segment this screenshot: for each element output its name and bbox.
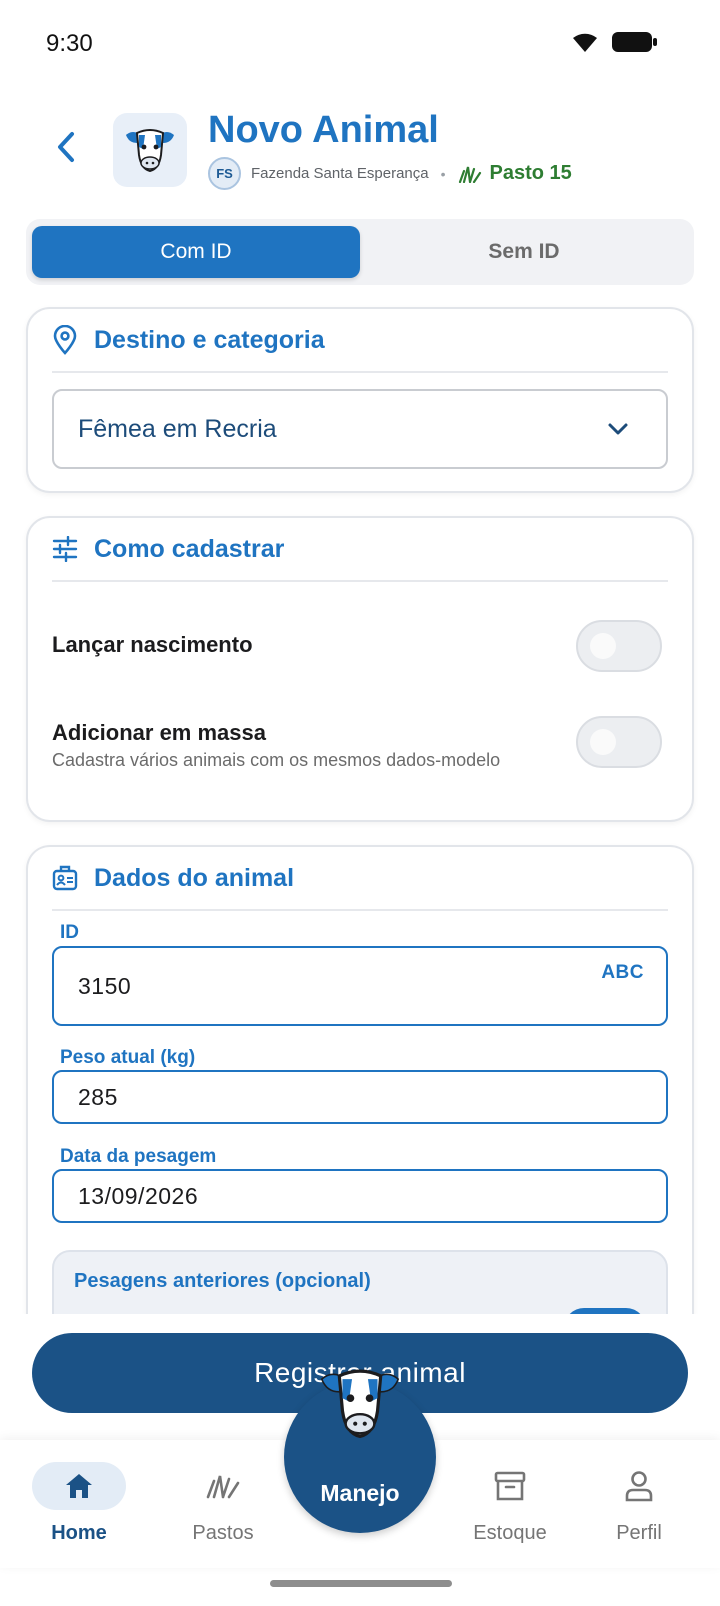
weigh-date-input[interactable]: 13/09/2026 bbox=[52, 1169, 668, 1223]
cow-head-icon bbox=[126, 129, 174, 173]
weight-input-value: 285 bbox=[78, 1083, 118, 1110]
separator-dot: • bbox=[440, 165, 446, 182]
status-bar: 9:30 bbox=[0, 0, 720, 88]
weight-input[interactable]: 285 bbox=[52, 1070, 668, 1124]
weight-field-label: Peso atual (kg) bbox=[60, 1047, 196, 1068]
location-pin-icon bbox=[53, 325, 77, 355]
header: Novo Animal FS Fazenda Santa Esperança •… bbox=[0, 105, 720, 195]
tab-com-id[interactable]: Com ID bbox=[32, 226, 360, 278]
switch-knob bbox=[590, 633, 616, 659]
header-subtitle: FS Fazenda Santa Esperança • Pasto 15 bbox=[208, 157, 572, 190]
destination-card-header: Destino e categoria bbox=[52, 309, 668, 373]
nav-item-home[interactable]: Home bbox=[19, 1440, 139, 1568]
category-select[interactable]: Fêmea em Recria bbox=[52, 389, 668, 469]
category-select-value: Fêmea em Recria bbox=[78, 414, 277, 443]
nav-item-perfil[interactable]: Perfil bbox=[579, 1440, 699, 1568]
manejo-button[interactable]: Manejo bbox=[284, 1369, 436, 1533]
nav-home-indicator bbox=[32, 1462, 126, 1510]
status-time: 9:30 bbox=[46, 30, 93, 57]
id-field-label: ID bbox=[60, 922, 79, 943]
destination-card: Destino e categoria Fêmea em Recria bbox=[26, 307, 694, 493]
farm-name: Fazenda Santa Esperança bbox=[251, 165, 429, 182]
person-icon bbox=[625, 1471, 653, 1502]
sliders-icon bbox=[52, 536, 78, 562]
back-button[interactable] bbox=[46, 127, 86, 167]
id-badge-icon bbox=[52, 865, 78, 891]
bulk-toggle-switch[interactable] bbox=[576, 716, 662, 768]
home-indicator[interactable] bbox=[270, 1580, 452, 1587]
pasture-name: Pasto 15 bbox=[489, 162, 572, 184]
nav-label-home: Home bbox=[51, 1522, 107, 1544]
nav-item-estoque[interactable]: Estoque bbox=[450, 1440, 570, 1568]
chevron-down-icon bbox=[608, 423, 628, 435]
chevron-left-icon bbox=[58, 132, 74, 162]
id-keyboard-mode-toggle[interactable]: ABC bbox=[601, 962, 644, 984]
switch-knob bbox=[590, 729, 616, 755]
pasture-badge: Pasto 15 bbox=[458, 162, 572, 185]
tab-sem-id[interactable]: Sem ID bbox=[360, 226, 688, 278]
nav-perfil-icon-wrap bbox=[592, 1462, 686, 1510]
birth-toggle-label: Lançar nascimento bbox=[52, 632, 253, 657]
wifi-icon bbox=[573, 33, 597, 52]
battery-icon bbox=[612, 32, 657, 52]
animal-data-card-header: Dados do animal bbox=[52, 847, 668, 911]
previous-weighings-title: Pesagens anteriores (opcional) bbox=[74, 1270, 371, 1292]
animal-data-card: Dados do animal ID 3150 ABC Peso atual (… bbox=[26, 845, 694, 1315]
registration-mode-card: Como cadastrar Lançar nascimento Adicion… bbox=[26, 516, 694, 822]
date-field-label: Data da pesagem bbox=[60, 1146, 217, 1167]
nav-label-perfil: Perfil bbox=[616, 1522, 662, 1544]
id-input[interactable]: 3150 ABC bbox=[52, 946, 668, 1026]
status-icons bbox=[570, 30, 658, 54]
page-title: Novo Animal bbox=[208, 109, 439, 151]
nav-item-pastos[interactable]: Pastos bbox=[163, 1440, 283, 1568]
bulk-toggle-label: Adicionar em massa bbox=[52, 720, 266, 745]
cow-head-icon bbox=[320, 1369, 400, 1439]
archive-box-icon bbox=[494, 1471, 526, 1501]
registration-mode-card-header: Como cadastrar bbox=[52, 518, 668, 582]
destination-card-title: Destino e categoria bbox=[94, 325, 325, 354]
nav-label-estoque: Estoque bbox=[473, 1522, 547, 1544]
weigh-date-value: 13/09/2026 bbox=[78, 1182, 199, 1209]
nav-label-pastos: Pastos bbox=[192, 1522, 254, 1544]
nav-estoque-icon-wrap bbox=[463, 1462, 557, 1510]
birth-toggle-switch[interactable] bbox=[576, 620, 662, 672]
id-mode-segmented-control: Com ID Sem ID bbox=[26, 219, 694, 285]
nav-pastos-icon-wrap bbox=[176, 1462, 270, 1510]
home-icon bbox=[66, 1474, 92, 1498]
farm-avatar: FS bbox=[208, 157, 241, 190]
grass-icon bbox=[206, 1475, 240, 1499]
grass-icon bbox=[458, 166, 481, 183]
previous-weighings-section: Pesagens anteriores (opcional) bbox=[52, 1250, 668, 1315]
birth-toggle-row: Lançar nascimento bbox=[52, 618, 668, 678]
bulk-toggle-row: Adicionar em massa Cadastra vários anima… bbox=[52, 716, 668, 776]
animal-data-card-title: Dados do animal bbox=[94, 863, 295, 892]
app-logo bbox=[113, 113, 187, 187]
id-input-value: 3150 bbox=[78, 972, 132, 999]
registration-mode-card-title: Como cadastrar bbox=[94, 534, 285, 563]
manejo-label: Manejo bbox=[320, 1480, 400, 1506]
bulk-toggle-description: Cadastra vários animais com os mesmos da… bbox=[52, 750, 501, 770]
